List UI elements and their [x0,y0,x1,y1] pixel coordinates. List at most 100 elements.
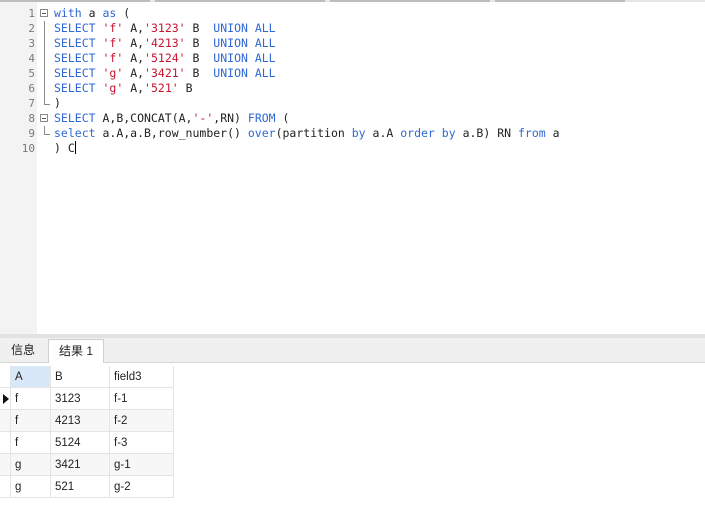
table-cell[interactable]: g [11,454,51,476]
sql-string: '4213' [144,36,186,50]
table-row[interactable]: f 4213 f-2 [0,410,174,432]
line-number: 5 [28,67,35,80]
code-line[interactable]: 1 with a as ( [0,6,705,21]
sql-token: A, [123,36,145,50]
table-cell[interactable]: f-1 [110,388,174,410]
sql-keyword: as [102,6,117,20]
table-cell[interactable]: f [11,432,51,454]
sql-keyword: SELECT [54,51,96,65]
sql-string: 'g' [102,66,124,80]
sql-string: '3123' [144,21,186,35]
current-row-arrow-icon [3,394,9,404]
sql-string: 'f' [102,21,124,35]
row-indicator[interactable] [0,410,11,432]
code-text: select a.A,a.B,row_number() over(partiti… [54,126,560,141]
table-cell[interactable]: 3421 [51,454,110,476]
sql-editor[interactable]: 1 with a as (2 SELECT 'f' A,'3123' B UNION… [0,2,705,334]
code-line[interactable]: 4 SELECT 'f' A,'5124' B UNION ALL [0,51,705,66]
table-cell[interactable]: g-1 [110,454,174,476]
table-cell[interactable]: f-2 [110,410,174,432]
code-text: SELECT A,B,CONCAT(A,'-',RN) FROM ( [54,111,289,126]
row-indicator-header [0,366,11,388]
code-line[interactable]: 3 SELECT 'f' A,'4213' B UNION ALL [0,36,705,51]
sql-token: B [178,81,193,95]
fold-toggle-icon[interactable] [40,114,48,122]
sql-token: ) [54,96,61,110]
sql-string: '-' [192,111,214,125]
sql-token: B [185,36,214,50]
column-header-a[interactable]: A [11,366,51,388]
sql-keyword: UNION ALL [213,51,276,65]
fold-guide-icon [44,81,45,96]
sql-token: ,RN) [213,111,248,125]
column-header-field3[interactable]: field3 [110,366,174,388]
tab-info[interactable]: 信息 [2,339,44,361]
table-row[interactable]: g 3421 g-1 [0,454,174,476]
sql-token: B [185,66,214,80]
line-number: 9 [28,127,35,140]
row-indicator[interactable] [0,432,11,454]
table-cell[interactable]: 3123 [51,388,110,410]
code-text: SELECT 'f' A,'4213' B UNION ALL [54,36,276,51]
code-line[interactable]: 10) C [0,141,705,156]
sql-string: '3421' [144,66,186,80]
line-number: 1 [28,7,35,20]
fold-guide-icon [44,66,45,81]
sql-keyword: UNION ALL [213,66,276,80]
sql-token: a [545,126,560,140]
sql-keyword: by [441,126,456,140]
row-indicator[interactable] [0,388,11,410]
sql-keyword: from [517,126,546,140]
sql-keyword: SELECT [54,21,96,35]
table-cell[interactable]: f [11,388,51,410]
fold-guide-icon [44,51,45,66]
table-row[interactable]: f 5124 f-3 [0,432,174,454]
sql-keyword: UNION ALL [213,36,276,50]
sql-keyword: SELECT [54,36,96,50]
sql-token: A,B,CONCAT(A, [95,111,193,125]
code-line[interactable]: 6 SELECT 'g' A,'521' B [0,81,705,96]
sql-token: A, [123,81,145,95]
code-line[interactable]: 8 SELECT A,B,CONCAT(A,'-',RN) FROM ( [0,111,705,126]
tab-result-1[interactable]: 结果 1 [48,339,104,363]
code-line[interactable]: 5 SELECT 'g' A,'3421' B UNION ALL [0,66,705,81]
sql-keyword: UNION ALL [213,21,276,35]
sql-token: ( [275,111,290,125]
code-text: with a as ( [54,6,130,21]
row-indicator[interactable] [0,454,11,476]
table-cell[interactable]: f-3 [110,432,174,454]
sql-keyword: over [247,126,276,140]
table-cell[interactable]: g-2 [110,476,174,498]
fold-guide-icon [44,36,45,51]
line-number: 4 [28,52,35,65]
code-line[interactable]: 9 select a.A,a.B,row_number() over(partit… [0,126,705,141]
grid-header-row: A B field3 [0,366,174,388]
line-number: 7 [28,97,35,110]
sql-keyword: FROM [247,111,276,125]
code-text: ) C [54,141,76,156]
sql-keyword: SELECT [54,66,96,80]
table-row[interactable]: f 3123 f-1 [0,388,174,410]
row-indicator[interactable] [0,476,11,498]
sql-string: 'g' [102,81,124,95]
table-row[interactable]: g 521 g-2 [0,476,174,498]
sql-token: ( [116,6,131,20]
table-cell[interactable]: 521 [51,476,110,498]
sql-token: a.A,a.B,row_number() [95,126,248,140]
sql-token: a [81,6,103,20]
text-cursor [74,141,76,154]
table-cell[interactable]: g [11,476,51,498]
fold-toggle-icon[interactable] [40,9,48,17]
line-number: 3 [28,37,35,50]
code-line[interactable]: 2 SELECT 'f' A,'3123' B UNION ALL [0,21,705,36]
line-number: 6 [28,82,35,95]
sql-token: (partition [275,126,352,140]
table-cell[interactable]: 5124 [51,432,110,454]
column-header-b[interactable]: B [51,366,110,388]
code-line[interactable]: 7) [0,96,705,111]
sql-string: '521' [144,81,179,95]
code-text: SELECT 'f' A,'3123' B UNION ALL [54,21,276,36]
table-cell[interactable]: 4213 [51,410,110,432]
table-cell[interactable]: f [11,410,51,432]
